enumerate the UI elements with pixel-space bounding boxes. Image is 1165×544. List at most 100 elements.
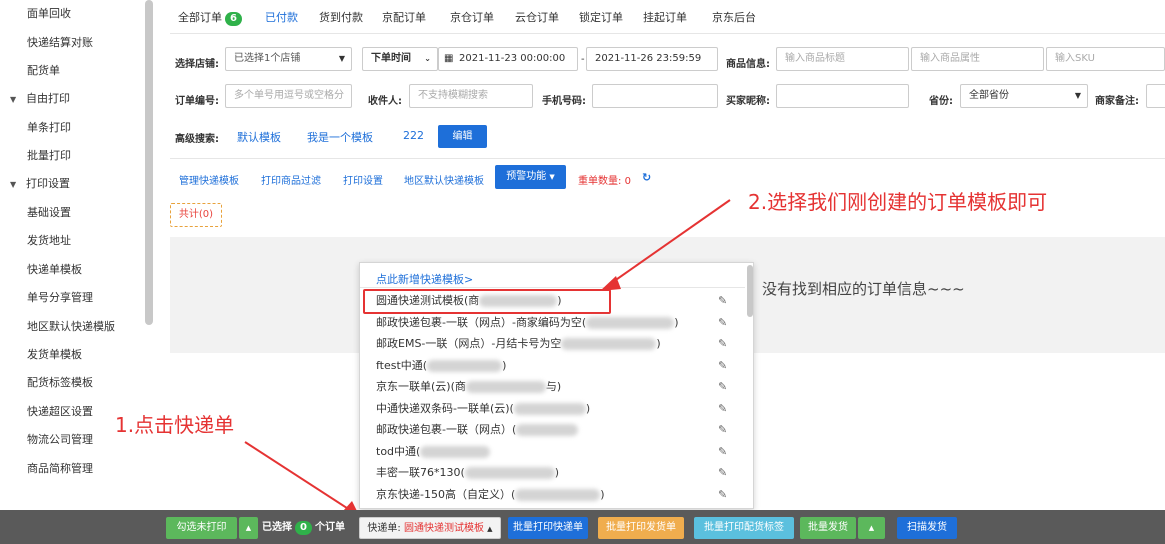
merchant-note-input[interactable] bbox=[1146, 84, 1165, 108]
sidebar-item-label: 单条打印 bbox=[27, 121, 71, 134]
selected-count-text: 已选择 0 个订单 bbox=[262, 517, 345, 539]
sidebar-item-label: 商品简称管理 bbox=[27, 462, 93, 475]
tab-jd-backend[interactable]: 京东后台 bbox=[712, 9, 756, 25]
sidebar-item[interactable]: 面单回收 bbox=[0, 4, 145, 24]
dropdown-scrollbar[interactable] bbox=[747, 265, 753, 317]
edit-icon[interactable]: ✎ bbox=[718, 316, 730, 329]
sidebar-item[interactable]: 发货地址 bbox=[0, 231, 145, 251]
goods-sku-input[interactable]: 输入SKU bbox=[1046, 47, 1165, 71]
template-222-link[interactable]: 222 bbox=[403, 129, 424, 142]
batch-print-express-button[interactable]: 批量打印快递单 bbox=[508, 517, 588, 539]
sidebar-scrollbar[interactable] bbox=[145, 0, 153, 325]
express-template-option[interactable]: ftest中通() bbox=[376, 355, 736, 376]
refresh-icon[interactable]: ↻ bbox=[642, 171, 651, 184]
sidebar-item-label: 配货标签模板 bbox=[27, 376, 93, 389]
goods-title-input[interactable]: 输入商品标题 bbox=[776, 47, 909, 71]
my-template-link[interactable]: 我是一个模板 bbox=[307, 129, 373, 145]
sidebar-item-label: 打印设置 bbox=[26, 177, 70, 190]
edit-button[interactable]: 编辑 bbox=[438, 125, 487, 148]
date-start-value: 2021-11-23 00:00:00 bbox=[459, 53, 566, 64]
bottom-action-bar: 勾选未打印 ▲ 已选择 0 个订单 快递单: 圆通快递测试模板 ▲ 批量打印快递单 … bbox=[0, 510, 1165, 544]
sidebar-item[interactable]: 单条打印 bbox=[0, 118, 145, 138]
sidebar-item[interactable]: 地区默认快递模版 bbox=[0, 317, 145, 337]
express-template-option[interactable]: 中通快递双条码-一联单(云)() bbox=[376, 398, 736, 419]
express-template-option[interactable]: 圆通快递测试模板(商) bbox=[376, 290, 736, 311]
duplicate-count-value: 0 bbox=[624, 176, 631, 187]
edit-icon[interactable]: ✎ bbox=[718, 359, 730, 372]
buyer-nick-input[interactable] bbox=[776, 84, 909, 108]
sidebar-item[interactable]: 快递结算对账 bbox=[0, 33, 145, 53]
date-start-input[interactable]: ▦ 2021-11-23 00:00:00 bbox=[438, 47, 578, 71]
sidebar-item[interactable]: 配货单 bbox=[0, 61, 145, 81]
chevron-down-icon: ▼ bbox=[338, 54, 345, 63]
sidebar-item[interactable]: 发货单模板 bbox=[0, 345, 145, 365]
order-no-input[interactable]: 多个单号用逗号或空格分 bbox=[225, 84, 352, 108]
shop-select[interactable]: 已选择1个店铺 ▼ bbox=[225, 47, 352, 71]
shop-select-value: 已选择1个店铺 bbox=[234, 53, 301, 64]
default-template-link[interactable]: 默认模板 bbox=[237, 129, 281, 145]
province-select[interactable]: 全部省份 ▼ bbox=[960, 84, 1088, 108]
edit-icon[interactable]: ✎ bbox=[718, 295, 730, 307]
phone-input[interactable] bbox=[592, 84, 718, 108]
express-template-option[interactable]: 邮政快递包裹-一联（网点）-商家编码为空() bbox=[376, 312, 736, 333]
sidebar-item[interactable]: 快递单模板 bbox=[0, 260, 145, 280]
express-template-option[interactable]: tod中通( bbox=[376, 441, 736, 462]
tab-paid[interactable]: 已付款 bbox=[265, 9, 298, 25]
express-template-option[interactable]: 邮政EMS-一联（网点）-月结卡号为空) bbox=[376, 333, 736, 354]
sidebar-item[interactable]: 基础设置 bbox=[0, 203, 145, 223]
tab-hung[interactable]: 挂起订单 bbox=[643, 9, 687, 25]
selected-prefix: 已选择 bbox=[262, 522, 292, 533]
edit-icon[interactable]: ✎ bbox=[718, 338, 730, 350]
sidebar-item[interactable]: 配货标签模板 bbox=[0, 373, 145, 393]
edit-icon[interactable]: ✎ bbox=[718, 445, 730, 458]
edit-icon[interactable]: ✎ bbox=[718, 488, 730, 501]
receiver-input[interactable]: 不支持模糊搜索 bbox=[409, 84, 533, 108]
batch-ship-button[interactable]: 批量发货 bbox=[800, 517, 856, 539]
goods-attr-input[interactable]: 输入商品属性 bbox=[911, 47, 1044, 71]
express-template-option[interactable]: 邮政快递包裹-一联（网点）( bbox=[376, 419, 736, 440]
sidebar-item[interactable]: 批量打印 bbox=[0, 146, 145, 166]
tab-locked[interactable]: 锁定订单 bbox=[579, 9, 623, 25]
annotation-step1: 1.点击快递单 bbox=[115, 413, 235, 437]
arrow-step1 bbox=[244, 441, 351, 511]
batch-print-labels-button[interactable]: 批量打印配货标签 bbox=[694, 517, 794, 539]
tab-cod[interactable]: 货到付款 bbox=[319, 9, 363, 25]
edit-icon[interactable]: ✎ bbox=[718, 424, 730, 436]
sidebar-group[interactable]: ▼ 自由打印 bbox=[0, 89, 145, 109]
edit-icon[interactable]: ✎ bbox=[718, 381, 730, 393]
chevron-down-icon: ⌄ bbox=[424, 54, 431, 63]
template-option-tail: ) bbox=[585, 401, 591, 415]
express-template-select-button[interactable]: 快递单: 圆通快递测试模板 ▲ bbox=[359, 517, 501, 539]
total-count-badge: 共计(0) bbox=[170, 203, 222, 227]
manage-express-template-link[interactable]: 管理快递模板 bbox=[179, 172, 239, 187]
edit-icon[interactable]: ✎ bbox=[718, 467, 730, 479]
template-option-tail: 与) bbox=[545, 380, 562, 393]
region-default-express-link[interactable]: 地区默认快递模板 bbox=[404, 172, 484, 187]
edit-icon[interactable]: ✎ bbox=[718, 402, 730, 415]
sidebar-item-label: 快递超区设置 bbox=[27, 405, 93, 418]
scan-ship-button[interactable]: 扫描发货 bbox=[897, 517, 957, 539]
sidebar-item[interactable]: 商品简称管理 bbox=[0, 459, 145, 479]
print-goods-filter-link[interactable]: 打印商品过滤 bbox=[261, 172, 321, 187]
caret-up-icon[interactable]: ▲ bbox=[858, 517, 885, 539]
tab-jd-dist[interactable]: 京配订单 bbox=[382, 9, 426, 25]
tab-cloud[interactable]: 云仓订单 bbox=[515, 9, 559, 25]
date-end-input[interactable]: 2021-11-26 23:59:59 bbox=[586, 47, 718, 71]
sidebar-item[interactable]: 单号分享管理 bbox=[0, 288, 145, 308]
express-template-option[interactable]: 丰密一联76*130() bbox=[376, 462, 736, 483]
express-template-option[interactable]: 京东一联单(云)(商 与) bbox=[376, 376, 736, 397]
time-type-select[interactable]: 下单时间 ⌄ bbox=[362, 47, 438, 71]
tab-all-orders[interactable]: 全部订单 6 bbox=[178, 9, 242, 26]
redacted-text bbox=[427, 359, 503, 372]
warning-feature-button[interactable]: 预警功能 ▼ bbox=[495, 165, 566, 189]
caret-up-icon[interactable]: ▲ bbox=[239, 517, 258, 539]
express-template-option[interactable]: 京东快递-150高（自定义）() bbox=[376, 484, 736, 505]
add-express-template-link[interactable]: 点此新增快递模板> bbox=[376, 271, 473, 287]
sidebar-group[interactable]: ▼ 打印设置 bbox=[0, 174, 145, 194]
tab-jd-warehouse[interactable]: 京仓订单 bbox=[450, 9, 494, 25]
duplicate-count-label: 重单数量: bbox=[578, 176, 622, 187]
batch-print-delivery-button[interactable]: 批量打印发货单 bbox=[598, 517, 684, 539]
print-settings-link[interactable]: 打印设置 bbox=[343, 172, 383, 187]
select-unprinted-button[interactable]: 勾选未打印 bbox=[166, 517, 237, 539]
duplicate-count: 重单数量: 0 bbox=[578, 172, 631, 187]
